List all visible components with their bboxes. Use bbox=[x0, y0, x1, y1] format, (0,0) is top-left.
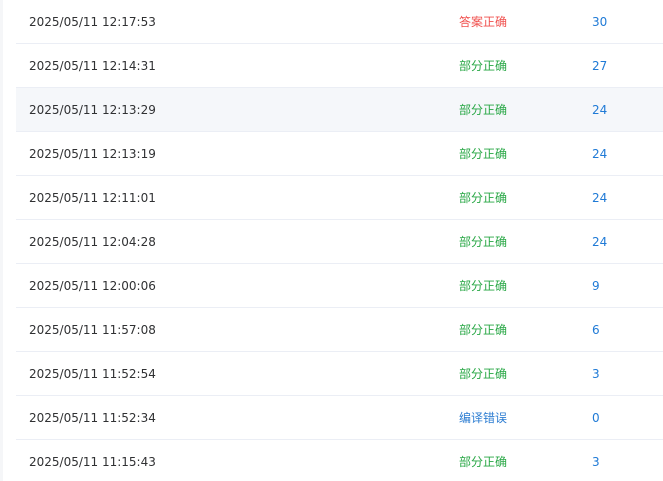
submission-time: 2025/05/11 12:13:29 bbox=[29, 103, 156, 117]
table-row[interactable]: 2025/05/11 12:13:29 部分正确 24 bbox=[16, 88, 663, 132]
submission-score[interactable]: 24 bbox=[592, 88, 607, 132]
table-row[interactable]: 2025/05/11 11:52:54 部分正确 3 bbox=[16, 352, 663, 396]
submission-score[interactable]: 9 bbox=[592, 264, 600, 308]
submission-time: 2025/05/11 11:57:08 bbox=[29, 323, 156, 337]
table-row[interactable]: 2025/05/11 12:17:53 答案正确 30 bbox=[16, 0, 663, 44]
submission-time: 2025/05/11 11:52:34 bbox=[29, 411, 156, 425]
table-row[interactable]: 2025/05/11 11:57:08 部分正确 6 bbox=[16, 308, 663, 352]
table-row[interactable]: 2025/05/11 12:13:19 部分正确 24 bbox=[16, 132, 663, 176]
submission-score[interactable]: 24 bbox=[592, 132, 607, 176]
submission-score[interactable]: 24 bbox=[592, 220, 607, 264]
table-row[interactable]: 2025/05/11 12:00:06 部分正确 9 bbox=[16, 264, 663, 308]
submission-score[interactable]: 6 bbox=[592, 308, 600, 352]
submission-time: 2025/05/11 12:04:28 bbox=[29, 235, 156, 249]
submission-time: 2025/05/11 12:17:53 bbox=[29, 15, 156, 29]
submission-score[interactable]: 3 bbox=[592, 440, 600, 481]
submission-status[interactable]: 部分正确 bbox=[459, 264, 507, 308]
submission-status[interactable]: 部分正确 bbox=[459, 88, 507, 132]
submission-time: 2025/05/11 11:52:54 bbox=[29, 367, 156, 381]
submission-score[interactable]: 27 bbox=[592, 44, 607, 88]
submission-score[interactable]: 3 bbox=[592, 352, 600, 396]
submission-status[interactable]: 部分正确 bbox=[459, 176, 507, 220]
table-row[interactable]: 2025/05/11 11:52:34 编译错误 0 bbox=[16, 396, 663, 440]
submission-score[interactable]: 0 bbox=[592, 396, 600, 440]
table-row[interactable]: 2025/05/11 11:15:43 部分正确 3 bbox=[16, 440, 663, 481]
submission-time: 2025/05/11 12:14:31 bbox=[29, 59, 156, 73]
submission-status[interactable]: 部分正确 bbox=[459, 440, 507, 481]
table-row[interactable]: 2025/05/11 12:14:31 部分正确 27 bbox=[16, 44, 663, 88]
submission-status[interactable]: 部分正确 bbox=[459, 44, 507, 88]
submission-status[interactable]: 部分正确 bbox=[459, 352, 507, 396]
submission-time: 2025/05/11 12:13:19 bbox=[29, 147, 156, 161]
table-row[interactable]: 2025/05/11 12:04:28 部分正确 24 bbox=[16, 220, 663, 264]
submission-score[interactable]: 30 bbox=[592, 0, 607, 44]
submission-time: 2025/05/11 12:11:01 bbox=[29, 191, 156, 205]
submissions-panel: 2025/05/11 12:17:53 答案正确 30 2025/05/11 1… bbox=[3, 0, 663, 481]
submission-status[interactable]: 部分正确 bbox=[459, 220, 507, 264]
submission-time: 2025/05/11 11:15:43 bbox=[29, 455, 156, 469]
submission-status[interactable]: 部分正确 bbox=[459, 308, 507, 352]
submission-status[interactable]: 部分正确 bbox=[459, 132, 507, 176]
submissions-table: 2025/05/11 12:17:53 答案正确 30 2025/05/11 1… bbox=[16, 0, 663, 481]
submission-status[interactable]: 编译错误 bbox=[459, 396, 507, 440]
submission-time: 2025/05/11 12:00:06 bbox=[29, 279, 156, 293]
table-row[interactable]: 2025/05/11 12:11:01 部分正确 24 bbox=[16, 176, 663, 220]
submission-status[interactable]: 答案正确 bbox=[459, 0, 507, 44]
submission-score[interactable]: 24 bbox=[592, 176, 607, 220]
